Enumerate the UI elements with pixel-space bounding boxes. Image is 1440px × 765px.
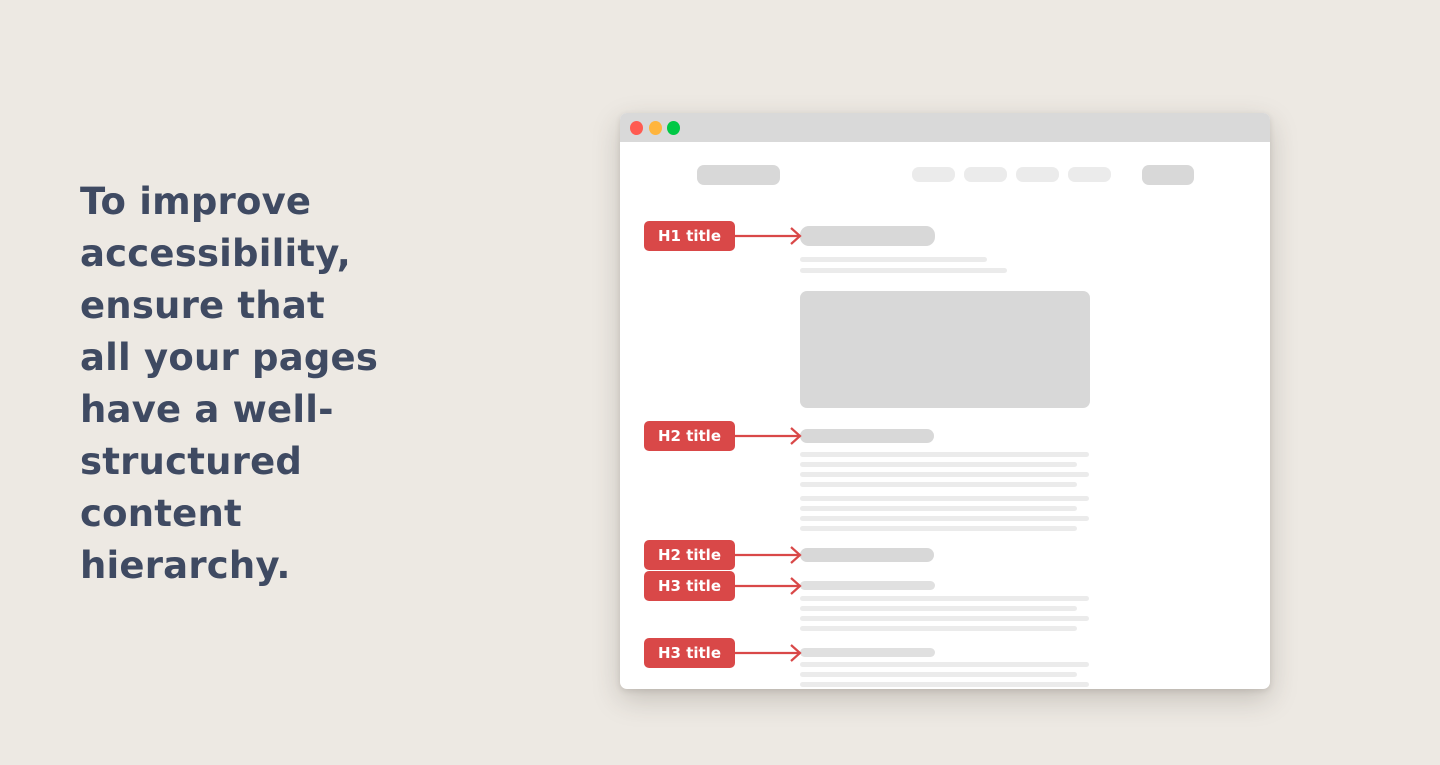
text-line-placeholder xyxy=(800,662,1089,667)
h3-placeholder xyxy=(800,648,935,657)
image-placeholder xyxy=(800,291,1090,408)
text-line-placeholder xyxy=(800,462,1077,467)
nav-link-placeholder xyxy=(1016,167,1059,182)
h2-placeholder xyxy=(800,548,934,562)
text-line-placeholder xyxy=(800,516,1089,521)
logo-placeholder xyxy=(697,165,780,185)
text-line-placeholder xyxy=(800,526,1077,531)
nav-link-placeholder xyxy=(1068,167,1111,182)
text-line-placeholder xyxy=(800,268,1007,273)
text-line-placeholder xyxy=(800,616,1089,621)
minimize-dot-icon xyxy=(649,121,662,135)
heading-label-h3: H3 title xyxy=(644,571,735,601)
headline: To improve accessibility, ensure that al… xyxy=(80,180,379,587)
text-line-placeholder xyxy=(800,626,1077,631)
nav-button-placeholder xyxy=(1142,165,1194,185)
nav-link-placeholder xyxy=(964,167,1007,182)
text-line-placeholder xyxy=(800,472,1089,477)
h2-placeholder xyxy=(800,429,934,443)
h1-placeholder xyxy=(800,226,935,246)
h3-placeholder xyxy=(800,581,935,590)
maximize-dot-icon xyxy=(667,121,680,135)
arrow-right-icon xyxy=(734,427,802,445)
heading-label-h3: H3 title xyxy=(644,638,735,668)
text-line-placeholder xyxy=(800,672,1077,677)
text-line-placeholder xyxy=(800,452,1089,457)
text-line-placeholder xyxy=(800,506,1077,511)
text-line-placeholder xyxy=(800,496,1089,501)
text-line-placeholder xyxy=(800,257,987,262)
browser-titlebar xyxy=(620,113,1270,142)
nav-link-placeholder xyxy=(912,167,955,182)
arrow-right-icon xyxy=(734,227,802,245)
arrow-right-icon xyxy=(734,546,802,564)
heading-label-h2: H2 title xyxy=(644,421,735,451)
text-line-placeholder xyxy=(800,482,1077,487)
arrow-right-icon xyxy=(734,577,802,595)
text-line-placeholder xyxy=(800,606,1077,611)
heading-label-h2: H2 title xyxy=(644,540,735,570)
text-line-placeholder xyxy=(800,596,1089,601)
heading-label-h1: H1 title xyxy=(644,221,735,251)
arrow-right-icon xyxy=(734,644,802,662)
close-dot-icon xyxy=(630,121,643,135)
browser-window-mockup xyxy=(620,113,1270,689)
text-line-placeholder xyxy=(800,682,1089,687)
